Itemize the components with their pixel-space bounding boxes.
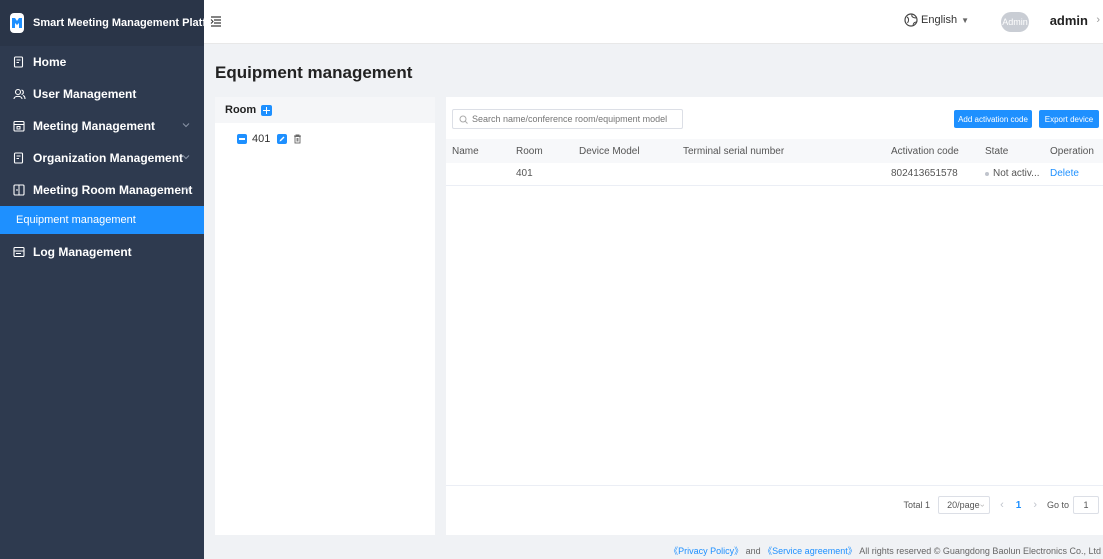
username[interactable]: admin <box>1050 13 1088 28</box>
footer: 《Privacy Policy》 and 《Service agreement》… <box>669 544 1101 557</box>
service-agreement-link[interactable]: 《Service agreement》 <box>763 546 857 556</box>
equipment-table-panel: Add activation code Export device Name R… <box>446 97 1103 535</box>
column-header[interactable]: Name <box>446 139 510 163</box>
cell-room: 401 <box>510 163 573 186</box>
sidebar-subitem-equipment-management[interactable]: Equipment management <box>0 206 204 234</box>
cell-operation: Delete <box>1044 163 1103 186</box>
collapse-menu-icon[interactable] <box>210 15 222 27</box>
cell-state: Not activ... <box>979 163 1044 186</box>
column-header[interactable]: Device Model <box>573 139 677 163</box>
globe-icon <box>904 13 918 27</box>
brand-logo-icon <box>10 13 24 33</box>
pagination: Total 1 20/page ‹ 1 › Go to <box>904 496 1103 514</box>
brand: Smart Meeting Management Platform <box>0 0 227 46</box>
chevron-down-icon <box>979 503 984 507</box>
search-icon <box>459 115 468 124</box>
page-size-select[interactable]: 20/page <box>938 496 991 514</box>
export-device-button[interactable]: Export device <box>1039 110 1099 128</box>
sidebar-item-meeting-room-management[interactable]: Meeting Room Management <box>0 174 204 206</box>
language-label: English <box>921 14 958 26</box>
cell-name <box>446 163 510 186</box>
search-box[interactable] <box>452 109 683 129</box>
chevron-down-icon <box>182 123 190 128</box>
goto-label: Go to <box>1046 500 1069 510</box>
users-icon <box>12 87 26 101</box>
search-input[interactable] <box>472 114 677 124</box>
brand-title: Smart Meeting Management Platform <box>33 17 227 29</box>
room-tree-panel: Room 401 <box>215 97 435 535</box>
column-header[interactable]: Room <box>510 139 573 163</box>
divider <box>446 485 1103 486</box>
sidebar-item-organization-management[interactable]: Organization Management <box>0 142 204 174</box>
column-header[interactable]: Activation code <box>885 139 979 163</box>
goto-page-input[interactable] <box>1073 496 1099 514</box>
footer-rights: All rights reserved © Guangdong Baolun E… <box>859 546 1101 556</box>
sidebar-item-label: Meeting Management <box>33 119 156 133</box>
delete-link[interactable]: Delete <box>1050 168 1079 179</box>
sidebar-item-label: Organization Management <box>33 151 184 165</box>
collapse-node-icon[interactable] <box>237 134 247 144</box>
page-size-value: 20/page <box>947 500 980 510</box>
tree-header: Room <box>215 97 435 123</box>
edit-icon[interactable] <box>277 134 288 144</box>
equipment-table: Name Room Device Model Terminal serial n… <box>446 139 1103 186</box>
sidebar-item-label: Log Management <box>33 245 132 259</box>
top-header: English ▼ Admin admin › <box>204 0 1103 44</box>
sidebar-item-label: Equipment management <box>16 214 136 226</box>
calendar-icon <box>12 119 26 133</box>
status-dot-icon <box>985 171 989 176</box>
chevron-down-icon <box>182 155 190 160</box>
page-number-button[interactable]: 1 <box>1016 500 1022 511</box>
status-text: Not activ... <box>993 168 1040 180</box>
door-icon <box>12 183 26 197</box>
chevron-up-icon <box>182 186 190 191</box>
sidebar-item-meeting-management[interactable]: Meeting Management <box>0 110 204 142</box>
tree-node-401[interactable]: 401 <box>237 133 302 145</box>
column-header[interactable]: Operation <box>1044 139 1103 163</box>
sidebar-item-label: User Management <box>33 87 137 101</box>
caret-down-icon: ▼ <box>961 15 969 25</box>
sidebar-item-home[interactable]: Home <box>0 46 204 78</box>
cell-activation-code: 802413651578 <box>885 163 979 186</box>
organization-icon <box>12 151 26 165</box>
avatar[interactable]: Admin <box>1001 12 1029 32</box>
chevron-right-icon[interactable]: › <box>1096 14 1100 26</box>
table-row[interactable]: 401 802413651578 Not activ... Delete <box>446 163 1103 186</box>
sidebar: Smart Meeting Management Platform Home U… <box>0 0 227 559</box>
table-header-row: Name Room Device Model Terminal serial n… <box>446 139 1103 163</box>
add-activation-code-button[interactable]: Add activation code <box>954 110 1032 128</box>
sidebar-item-label: Home <box>33 55 67 69</box>
log-icon <box>12 245 26 259</box>
trash-icon[interactable] <box>293 134 302 144</box>
language-switcher[interactable]: English ▼ <box>904 13 969 27</box>
add-room-icon[interactable] <box>261 104 273 116</box>
tree-header-label: Room <box>225 104 257 116</box>
next-page-button[interactable]: › <box>1033 499 1037 511</box>
home-doc-icon <box>12 55 26 69</box>
page-title: Equipment management <box>215 63 413 82</box>
prev-page-button[interactable]: ‹ <box>1000 499 1004 511</box>
total-count: Total 1 <box>903 500 931 510</box>
tree-node-label[interactable]: 401 <box>252 133 270 145</box>
sidebar-item-user-management[interactable]: User Management <box>0 78 204 110</box>
footer-and: and <box>745 546 761 556</box>
cell-device-model <box>573 163 677 186</box>
cell-serial <box>677 163 885 186</box>
sidebar-item-log-management[interactable]: Log Management <box>0 236 204 268</box>
column-header[interactable]: State <box>979 139 1044 163</box>
sidebar-item-label: Meeting Room Management <box>33 183 193 197</box>
privacy-policy-link[interactable]: 《Privacy Policy》 <box>669 546 743 556</box>
column-header[interactable]: Terminal serial number <box>677 139 885 163</box>
